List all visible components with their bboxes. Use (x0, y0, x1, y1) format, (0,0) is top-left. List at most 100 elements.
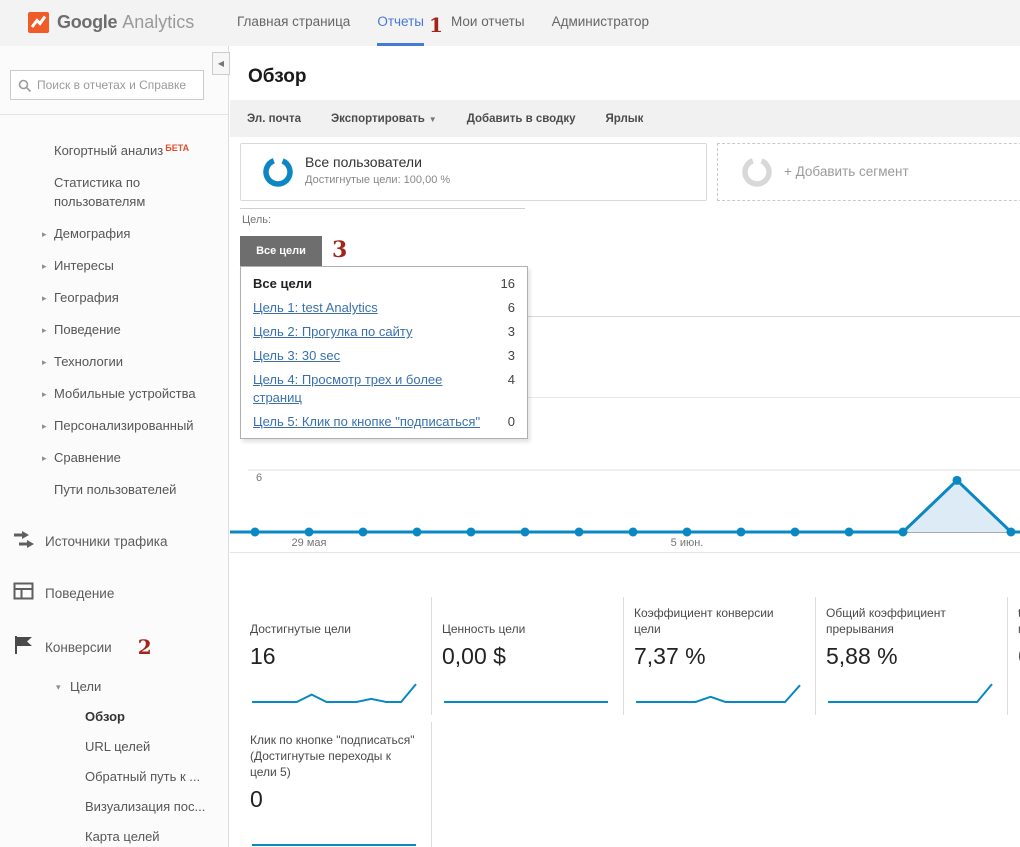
chart-data-point[interactable] (521, 528, 530, 537)
sidebar-item-label: Когортный анализ (54, 143, 163, 158)
sidebar-item-19[interactable]: Визуализация пос... (0, 797, 228, 816)
chevron-right-icon: ▸ (42, 417, 47, 436)
sidebar-item-label: География (54, 290, 119, 305)
chart-data-point[interactable] (845, 528, 854, 537)
goal-selector-tab[interactable]: Все цели (240, 236, 322, 266)
chart-data-point[interactable] (683, 528, 692, 537)
sidebar-item-9[interactable]: ▸Персонализированный (0, 416, 228, 435)
metric-title: Ценность цели (442, 603, 611, 637)
sidebar-item-10[interactable]: ▸Сравнение (0, 448, 228, 467)
goal-link[interactable]: Цель 3: 30 sec (253, 347, 340, 365)
behavior-icon (13, 582, 35, 607)
sidebar-item-18[interactable]: Обратный путь к ... (0, 767, 228, 786)
metric-value: 5,88 % (826, 643, 995, 670)
chart-data-point[interactable] (251, 528, 260, 537)
chart-data-point[interactable] (1007, 528, 1016, 537)
goal-dropdown-row-4: Цель 3: 30 sec3 (241, 344, 527, 368)
sidebar-item-11[interactable]: Пути пользователей (0, 480, 228, 499)
chevron-right-icon: ▸ (42, 257, 47, 276)
nav-tab-1[interactable]: Главная страница (237, 0, 350, 46)
metric-card-1[interactable]: Достигнутые цели16 (240, 597, 432, 715)
add-segment-card[interactable]: + Добавить сегмент (717, 143, 1020, 201)
goal-label: Цель: (242, 214, 271, 226)
chart-data-point[interactable] (629, 528, 638, 537)
sidebar-item-17[interactable]: URL целей (0, 737, 228, 756)
sidebar-item-3[interactable]: ▸Демография (0, 224, 228, 243)
goal-count: 3 (508, 323, 515, 341)
chevron-right-icon: ▸ (42, 449, 47, 468)
metric-card-2[interactable]: Ценность цели0,00 $ (432, 597, 624, 715)
chevron-left-icon: ◀ (218, 59, 224, 68)
chart-data-point[interactable] (413, 528, 422, 537)
nav-tab-2[interactable]: Отчеты (377, 0, 424, 46)
goal-count: 0 (508, 413, 515, 431)
goal-link[interactable]: Цель 2: Прогулка по сайту (253, 323, 412, 341)
sidebar-item-label: Статистика по пользователям (54, 175, 145, 209)
sidebar-search (10, 70, 204, 100)
chevron-right-icon: ▸ (42, 321, 47, 340)
sidebar-item-6[interactable]: ▸Поведение (0, 320, 228, 339)
metric-value: 16 (250, 643, 419, 670)
sidebar-item-5[interactable]: ▸География (0, 288, 228, 307)
chart-data-point[interactable] (467, 528, 476, 537)
add-segment-donut-icon (742, 157, 772, 187)
metric-card-4[interactable]: Общий коэффициент прерывания 5,88 % (816, 597, 1008, 715)
nav-tab-4[interactable]: Администратор (552, 0, 649, 46)
goal-link[interactable]: Цель 4: Просмотр трех и более страниц (253, 371, 485, 407)
sidebar-item-label: Пути пользователей (54, 482, 176, 497)
metric-card-5[interactable]: test Analytics (Достигнутые переходы к ц… (1008, 597, 1020, 715)
chart-data-point[interactable] (305, 528, 314, 537)
goal-count: 4 (508, 371, 515, 407)
sidebar-item-12[interactable]: Источники трафика (0, 532, 228, 551)
sidebar-item-label: Карта целей (85, 829, 160, 844)
google-analytics-logo-icon (28, 12, 49, 33)
goal-dropdown-header[interactable]: Все цели (253, 275, 312, 293)
sidebar-item-8[interactable]: ▸Мобильные устройства (0, 384, 228, 403)
sidebar-item-13[interactable]: Поведение (0, 584, 228, 603)
toolbar-item-1[interactable]: Эл. почта (247, 113, 301, 125)
metric-row-1: Достигнутые цели16Ценность цели0,00 $Коэ… (240, 597, 1020, 715)
sidebar-nav: Когортный анализБЕТА Статистика по пользо… (0, 126, 228, 846)
sidebar-item-label: Обратный путь к ... (85, 769, 200, 784)
sidebar-item-4[interactable]: ▸ Интересы (0, 256, 228, 275)
toolbar-item-2[interactable]: Экспортировать▼ (331, 113, 437, 125)
sidebar-collapse-button[interactable]: ◀ (212, 52, 230, 75)
chart-data-point[interactable] (899, 528, 908, 537)
goal-dropdown: Все цели16Цель 1: test Analytics6Цель 2:… (240, 266, 528, 439)
toolbar-item-3[interactable]: Добавить в сводку (467, 113, 576, 125)
sidebar-item-20[interactable]: Карта целей (0, 827, 228, 846)
annotation-1: 1 (429, 13, 443, 37)
nav-tab-3[interactable]: Мои отчеты (451, 0, 525, 46)
sidebar-item-1[interactable]: Когортный анализБЕТА (0, 139, 228, 160)
sidebar-content-divider (228, 46, 229, 847)
chart-data-point[interactable] (953, 476, 962, 485)
sidebar-item-14[interactable]: Конверсии2 (0, 636, 228, 657)
goal-count: 6 (508, 299, 515, 317)
sidebar-item-7[interactable]: ▸Технологии (0, 352, 228, 371)
sidebar-item-15[interactable]: ▾Цели (0, 677, 228, 696)
search-input[interactable] (37, 72, 201, 98)
segment-name: Все пользователи (305, 154, 422, 170)
chart-data-point[interactable] (359, 528, 368, 537)
goal-dropdown-row-5: Цель 4: Просмотр трех и более страниц 4 (241, 368, 527, 410)
chart-data-point[interactable] (575, 528, 584, 537)
goal-link[interactable]: Цель 5: Клик по кнопке "подписаться" (253, 413, 480, 431)
sidebar-item-2[interactable]: Статистика по пользователям (0, 173, 228, 211)
brand-primary: Google (57, 12, 117, 33)
divider (240, 208, 525, 209)
goal-completions-line-chart (230, 446, 1020, 546)
metric-card-1[interactable]: Клик по кнопке "подписаться" (Достигнуты… (240, 722, 432, 847)
metric-title: Общий коэффициент прерывания (826, 603, 995, 637)
metric-row-2: Клик по кнопке "подписаться" (Достигнуты… (240, 722, 432, 847)
goal-link[interactable]: Цель 1: test Analytics (253, 299, 378, 317)
brand[interactable]: Google Analytics (28, 12, 194, 33)
sidebar-item-16[interactable]: Обзор (0, 707, 228, 726)
report-toolbar: Эл. почта Экспортировать▼ Добавить в сводк… (230, 100, 1020, 137)
segment-card-all-users[interactable]: Все пользователи Достигнутые цели: 100,0… (240, 143, 707, 201)
chart-x-tick: 29 мая (282, 537, 336, 549)
chart-data-point[interactable] (737, 528, 746, 537)
toolbar-item-4[interactable]: Ярлык (606, 113, 644, 125)
sidebar-item-label: Интересы (54, 258, 114, 273)
metric-card-3[interactable]: Коэффициент конверсии цели7,37 % (624, 597, 816, 715)
chart-data-point[interactable] (791, 528, 800, 537)
